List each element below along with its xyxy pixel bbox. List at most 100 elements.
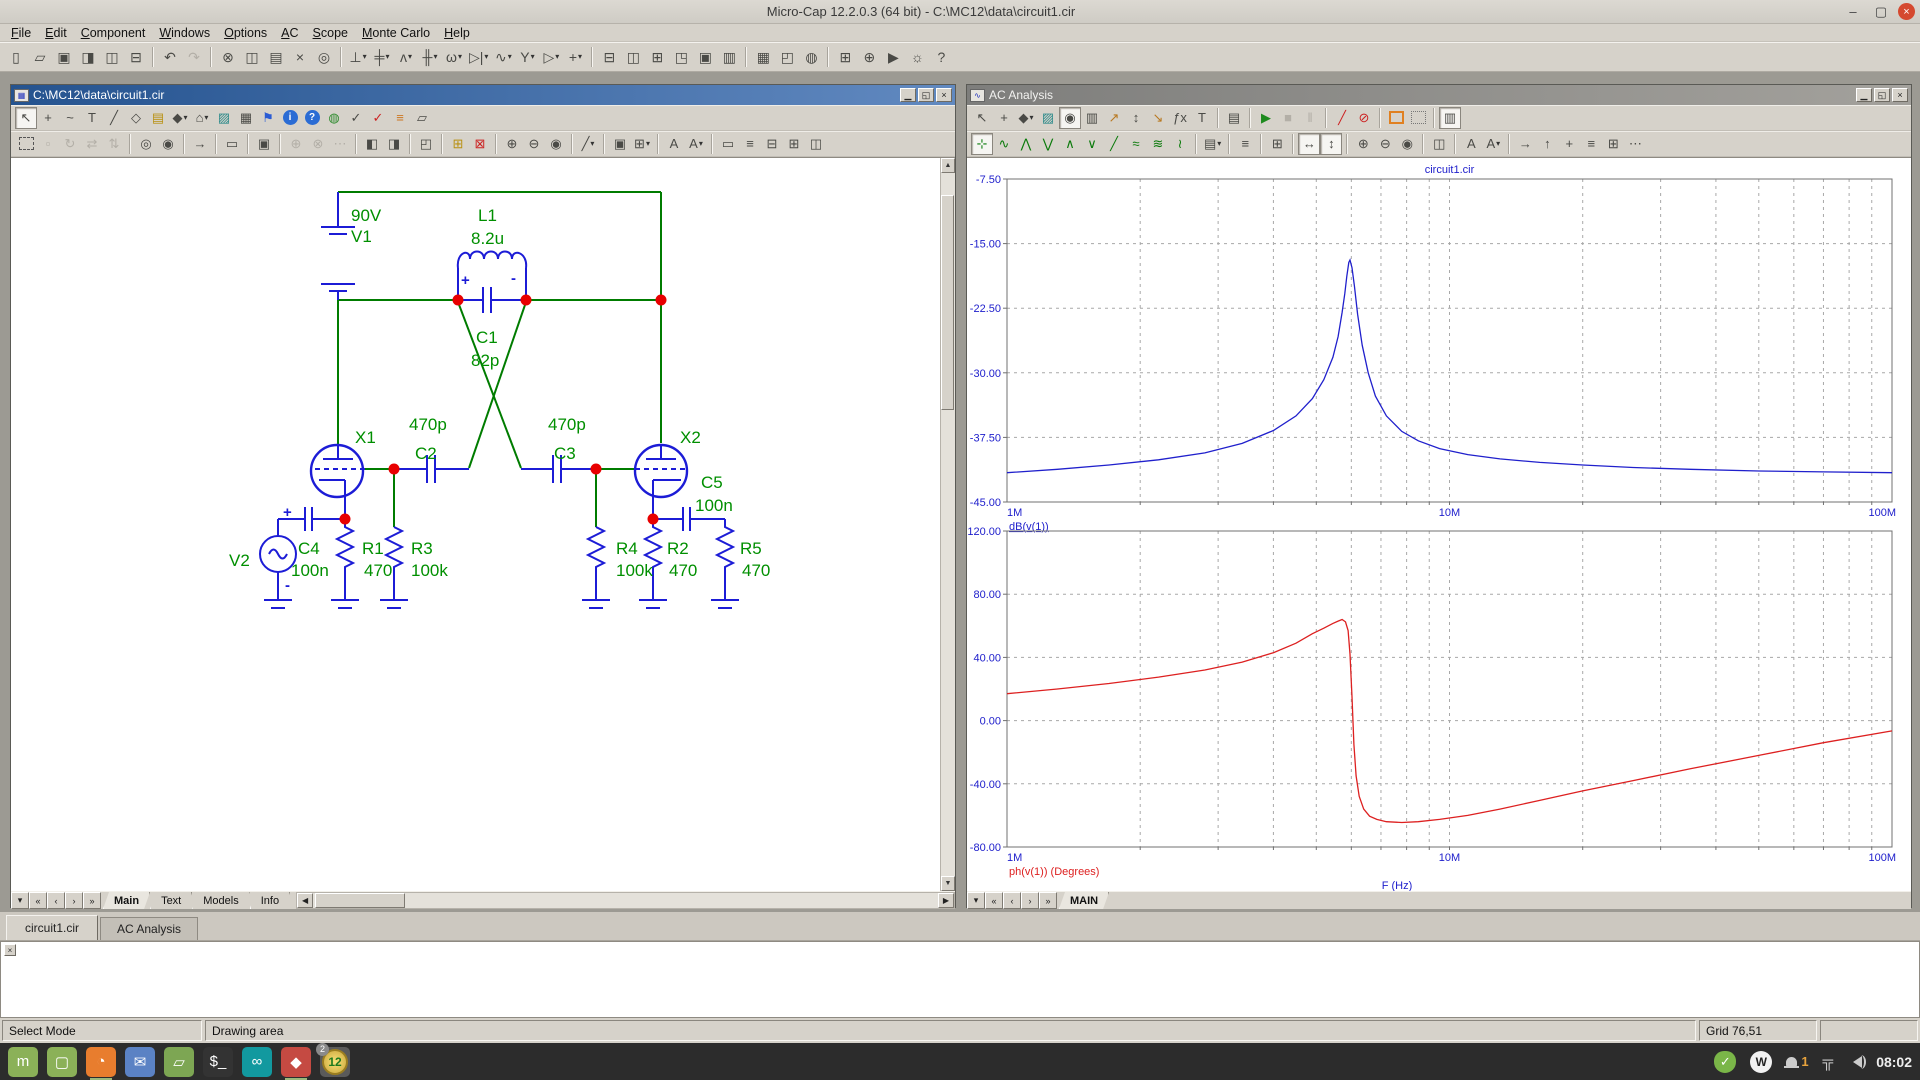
split-horizontal-icon[interactable]: ⊟ <box>597 45 621 69</box>
paste-dropdown-icon[interactable]: ▤▾ <box>1201 133 1224 155</box>
zoom-in-icon[interactable]: ⊕ <box>1352 133 1374 155</box>
pan-mode-icon[interactable]: + <box>37 107 59 129</box>
bus-mode-icon[interactable]: ▤ <box>147 107 169 129</box>
copy-icon[interactable]: ◫ <box>240 45 264 69</box>
redo-icon[interactable]: ↷ <box>182 45 206 69</box>
font-dropdown-icon[interactable]: A▾ <box>685 133 707 155</box>
child-close-button[interactable]: × <box>936 88 952 102</box>
horizontal-scrollbar[interactable]: ◀ ▶ <box>296 892 955 909</box>
text-window-icon[interactable]: ▥ <box>717 45 741 69</box>
border-tool-icon[interactable]: ▭ <box>717 133 739 155</box>
schematic-window-title-bar[interactable]: ▦ C:\MC12\data\circuit1.cir ▁ ◱ × <box>11 85 955 105</box>
scale-mode-icon[interactable]: ↕ <box>1125 107 1147 129</box>
taskbar-mint-menu-icon[interactable]: m <box>8 1047 38 1077</box>
properties-icon[interactable]: ▤ <box>1223 107 1245 129</box>
zoom-100-icon[interactable]: ◉ <box>1396 133 1418 155</box>
horizontal-scroll-thumb[interactable] <box>315 893 405 908</box>
zoom-out-icon[interactable]: ⊖ <box>1374 133 1396 155</box>
ac-window-title-bar[interactable]: ∿ AC Analysis ▁ ◱ × <box>967 85 1911 105</box>
find-icon[interactable]: ◎ <box>135 133 157 155</box>
select-mode-icon[interactable]: ↖ <box>15 107 37 129</box>
nav-button-2[interactable]: ‹ <box>1003 892 1021 909</box>
point-mode-icon[interactable]: ↘ <box>1147 107 1169 129</box>
box-region-icon[interactable]: ◰ <box>415 133 437 155</box>
zoom-mode-icon[interactable]: ◉ <box>1059 107 1081 129</box>
formula-text-icon[interactable]: ƒx <box>1169 107 1191 129</box>
new-file-icon[interactable]: ▯ <box>4 45 28 69</box>
child-close-button[interactable]: × <box>1892 88 1908 102</box>
stop-icon[interactable]: ■ <box>1277 107 1299 129</box>
select-mode-icon[interactable]: ↖ <box>971 107 993 129</box>
nav-button-4[interactable]: » <box>83 892 101 909</box>
document-tab-ac-analysis[interactable]: AC Analysis <box>100 917 198 940</box>
font-dropdown-icon[interactable]: A▾ <box>1482 133 1504 155</box>
print-preview-icon[interactable]: ◫ <box>100 45 124 69</box>
tile-windows-icon[interactable]: ⊞ <box>645 45 669 69</box>
next-curve-icon[interactable]: ↗ <box>1103 107 1125 129</box>
network-icon[interactable]: ╦ <box>1823 1053 1834 1070</box>
run-icon[interactable]: ▶ <box>1255 107 1277 129</box>
menu-edit[interactable]: Edit <box>38 25 74 41</box>
find-next-icon[interactable]: ◉ <box>157 133 179 155</box>
low-point-icon[interactable]: ∨ <box>1081 133 1103 155</box>
checkbox-mode-icon[interactable]: ✓ <box>345 107 367 129</box>
probe-mode-icon[interactable]: ⊕ <box>857 45 881 69</box>
rotate-3d-dropdown-icon[interactable]: ◆▾ <box>1015 107 1037 129</box>
numeric-output-icon[interactable]: ≡ <box>1234 133 1256 155</box>
capacitor-c1[interactable] <box>458 287 526 313</box>
document-tab-circuit1-cir[interactable]: circuit1.cir <box>6 915 98 940</box>
resistor-component-icon[interactable]: ʌ▾ <box>394 45 418 69</box>
pan-mode-icon[interactable]: + <box>993 107 1015 129</box>
maximize-window-button[interactable]: ▢ <box>1870 3 1892 21</box>
nav-button-1[interactable]: « <box>985 892 1003 909</box>
find-component-icon[interactable]: ◎ <box>312 45 336 69</box>
plot-area[interactable]: -7.50-15.00-22.50-30.00-37.50-45.001M10M… <box>967 158 1911 891</box>
edit-info-icon[interactable]: ▣ <box>253 133 275 155</box>
sheet-tab-models[interactable]: Models <box>192 892 249 909</box>
panel-icon[interactable]: ◫ <box>1428 133 1450 155</box>
state-variables-icon[interactable]: ⊞ <box>1266 133 1288 155</box>
goto-flag-icon[interactable]: → <box>189 133 211 155</box>
close-window-button[interactable]: × <box>1898 3 1915 20</box>
text-mode-icon[interactable]: T <box>81 107 103 129</box>
scroll-left-button[interactable]: ◀ <box>297 893 313 908</box>
blank-tool-icon[interactable]: ▫ <box>37 133 59 155</box>
nav-button-4[interactable]: » <box>1039 892 1057 909</box>
preferences-icon[interactable]: ☼ <box>905 45 929 69</box>
slope-tool-icon[interactable]: ╱ <box>1331 107 1353 129</box>
delete-page-icon[interactable]: ⊠ <box>469 133 491 155</box>
diode-component-icon[interactable]: ▷|▾ <box>466 45 491 69</box>
flip-horizontal-icon[interactable]: ⇄ <box>81 133 103 155</box>
zoom-in-icon[interactable]: ⊕ <box>501 133 523 155</box>
notification-bell[interactable]: 1 <box>1786 1053 1808 1071</box>
cascade-windows-icon[interactable]: ◳ <box>669 45 693 69</box>
select-region-orange-icon[interactable] <box>1385 107 1407 129</box>
center-horizontal-icon[interactable]: ⊟ <box>761 133 783 155</box>
link-mode-icon[interactable]: ◍ <box>323 107 345 129</box>
zoom-scale-icon[interactable]: ◉ <box>545 133 567 155</box>
battery-v1[interactable] <box>321 192 355 300</box>
enable-region-icon[interactable]: ⊕ <box>285 133 307 155</box>
nav-button-0[interactable]: ▾ <box>11 892 29 909</box>
translate-icon[interactable]: ◨ <box>76 45 100 69</box>
split-vertical-icon[interactable]: ◫ <box>621 45 645 69</box>
taskbar-show-desktop-icon[interactable]: ▢ <box>47 1047 77 1077</box>
nav-button-0[interactable]: ▾ <box>967 892 985 909</box>
add-page-icon[interactable]: ⊞ <box>447 133 469 155</box>
menu-monte-carlo[interactable]: Monte Carlo <box>355 25 437 41</box>
child-minimize-button[interactable]: ▁ <box>1856 88 1872 102</box>
capacitor-component-icon[interactable]: ╫▾ <box>418 45 442 69</box>
taskbar-micro-cap-icon[interactable]: 122 <box>320 1047 350 1077</box>
animate-mode-icon[interactable]: ▶ <box>881 45 905 69</box>
font-size-icon[interactable]: A <box>663 133 685 155</box>
sheet-tab-text[interactable]: Text <box>150 892 192 909</box>
child-minimize-button[interactable]: ▁ <box>900 88 916 102</box>
minimize-window-button[interactable]: – <box>1842 3 1864 21</box>
vertical-scroll-thumb[interactable] <box>941 195 954 410</box>
taskbar-paint-app-icon[interactable]: ◆ <box>281 1047 311 1077</box>
opamp-component-icon[interactable]: ▷▾ <box>539 45 563 69</box>
connector-component-icon[interactable]: +▾ <box>563 45 587 69</box>
sheet-tab-info[interactable]: Info <box>250 892 290 909</box>
maximize-window-icon[interactable]: ▣ <box>693 45 717 69</box>
pause-icon[interactable]: ‖ <box>1299 107 1321 129</box>
